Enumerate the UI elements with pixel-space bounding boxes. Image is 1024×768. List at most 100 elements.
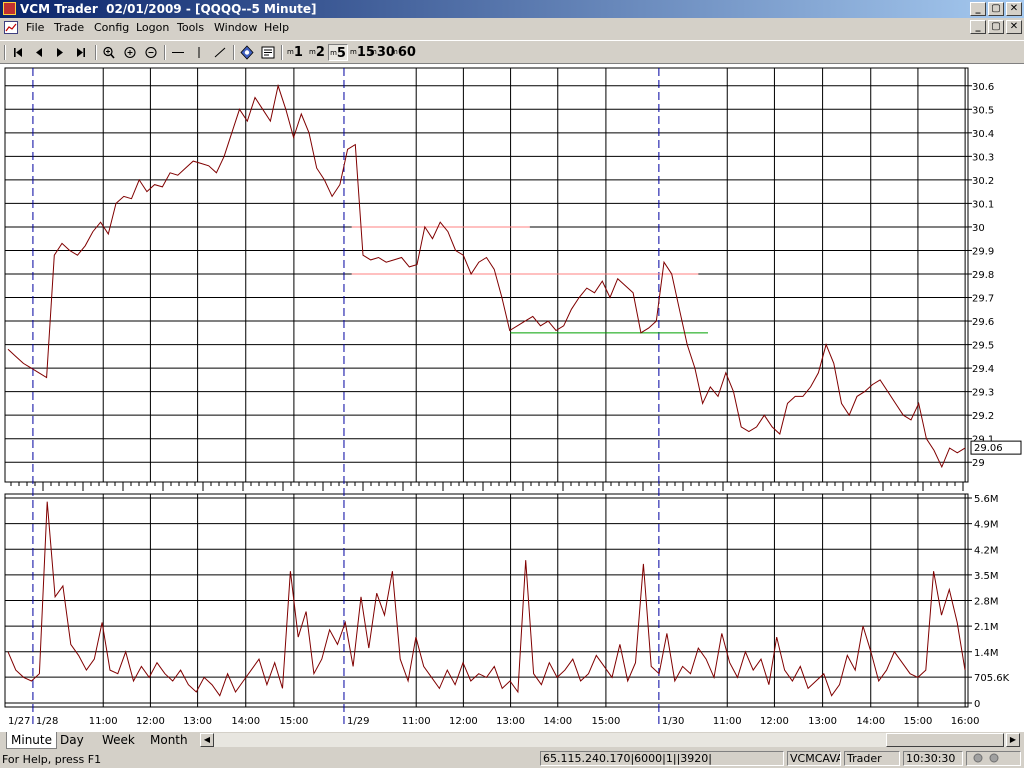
menu-tools[interactable]: Tools: [177, 21, 204, 34]
zoom-in-icon[interactable]: [100, 44, 118, 61]
menu-help[interactable]: Help: [264, 21, 289, 34]
chart-doc-icon: [4, 21, 18, 34]
price-tick-label: 29.4: [972, 364, 994, 375]
price-tick-label: 29.7: [972, 294, 994, 305]
volume-tick-label: 4.2M: [974, 545, 999, 556]
time-label: 13:00: [808, 716, 837, 727]
status-connection: 65.115.240.170|6000|1||3920|: [540, 751, 784, 766]
time-label: 13:00: [496, 716, 525, 727]
interval-2m-button[interactable]: m2: [309, 44, 325, 61]
title-bar[interactable]: VCM Trader 02/01/2009 - [QQQQ--5 Minute]…: [0, 0, 1024, 18]
volume-tick-label: 5.6M: [974, 494, 999, 505]
time-label: 12:00: [760, 716, 789, 727]
time-label: 11:00: [89, 716, 118, 727]
close-button[interactable]: ✕: [1006, 2, 1022, 16]
menu-bar: File Trade Config Logon Tools Window Hel…: [0, 18, 1024, 38]
status-role: Trader: [844, 751, 900, 766]
volume-tick-label: 3.5M: [974, 571, 999, 582]
time-label: 14:00: [543, 716, 572, 727]
horizontal-line-icon[interactable]: [169, 44, 187, 61]
prev-icon[interactable]: [30, 44, 48, 61]
chart-area[interactable]: 30.6 30.5 30.4 30.3 30.2 30.1 30 29.9 29.8 29.7 29…: [0, 64, 1024, 732]
current-price-label: 29.06: [974, 443, 1003, 454]
horizontal-scrollbar[interactable]: ◀ ▶: [200, 733, 1020, 747]
price-tick-label: 30.3: [972, 152, 994, 163]
tab-minute[interactable]: Minute: [6, 732, 57, 749]
menu-file[interactable]: File: [26, 21, 44, 34]
time-label: 13:00: [183, 716, 212, 727]
chart-settings-icon[interactable]: [238, 44, 256, 61]
zoom-minus-icon[interactable]: [142, 44, 160, 61]
interval-5m-button[interactable]: m5: [328, 44, 348, 61]
app-icon: [3, 2, 16, 15]
price-tick-label: 30.4: [972, 129, 994, 140]
time-label: 15:00: [591, 716, 620, 727]
price-tick-label: 30.2: [972, 176, 994, 187]
menu-trade[interactable]: Trade: [54, 21, 84, 34]
minimize-button[interactable]: _: [970, 2, 986, 16]
time-label: 16:00: [951, 716, 980, 727]
price-tick-label: 30.1: [972, 199, 994, 210]
time-label: 14:00: [856, 716, 885, 727]
doc-restore-button[interactable]: ▢: [988, 20, 1004, 34]
window-title: VCM Trader 02/01/2009 - [QQQQ--5 Minute]: [20, 2, 317, 16]
volume-tick-label: 2.1M: [974, 622, 999, 633]
status-help: For Help, press F1: [2, 753, 102, 766]
tab-month[interactable]: Month: [146, 732, 192, 748]
time-label: 14:00: [231, 716, 260, 727]
scroll-left-icon[interactable]: ◀: [200, 733, 214, 747]
scroll-right-icon[interactable]: ▶: [1006, 733, 1020, 747]
price-tick-label: 29.9: [972, 246, 994, 257]
volume-tick-label: 0: [974, 699, 980, 710]
volume-tick-label: 705.6K: [974, 673, 1010, 684]
first-icon[interactable]: [9, 44, 27, 61]
time-label: 12:00: [136, 716, 165, 727]
price-tick-label: 30: [972, 223, 985, 234]
date-label: 1/28: [36, 716, 58, 727]
volume-tick-label: 1.4M: [974, 648, 999, 659]
window-controls: _ ▢ ✕: [970, 2, 1022, 16]
time-label: 11:00: [713, 716, 742, 727]
menu-config[interactable]: Config: [94, 21, 129, 34]
status-bar: For Help, press F1 65.115.240.170|6000|1…: [0, 750, 1024, 768]
interval-1m-button[interactable]: m1: [287, 44, 303, 61]
price-tick-label: 30.5: [972, 105, 994, 116]
zoom-plus-icon[interactable]: [121, 44, 139, 61]
time-label: 15:00: [904, 716, 933, 727]
date-label: 1/27: [8, 716, 30, 727]
date-label: 1/30: [662, 716, 684, 727]
menu-logon[interactable]: Logon: [136, 21, 169, 34]
tab-week[interactable]: Week: [98, 732, 139, 748]
price-volume-chart[interactable]: 30.6 30.5 30.4 30.3 30.2 30.1 30 29.9 29.8 29.7 29…: [0, 64, 1024, 732]
price-tick-label: 29.2: [972, 411, 994, 422]
status-time: 10:30:30: [903, 751, 963, 766]
trend-line-icon[interactable]: [211, 44, 229, 61]
interval-tabs: Minute Day Week Month ◀ ▶: [0, 732, 1024, 750]
maximize-button[interactable]: ▢: [988, 2, 1004, 16]
price-tick-label: 29: [972, 458, 985, 469]
properties-icon[interactable]: [259, 44, 277, 61]
date-label: 1/29: [347, 716, 369, 727]
status-account: VCMCAVAL: [787, 751, 841, 766]
time-label: 12:00: [449, 716, 478, 727]
status-indicators: [966, 751, 1021, 766]
scroll-thumb[interactable]: [886, 733, 1004, 747]
toolbar: m1 m2 m5 m15 m30 m60: [0, 40, 1024, 64]
menu-window[interactable]: Window: [214, 21, 257, 34]
doc-minimize-button[interactable]: _: [970, 20, 986, 34]
price-tick-label: 29.8: [972, 270, 994, 281]
next-icon[interactable]: [51, 44, 69, 61]
doc-close-button[interactable]: ✕: [1006, 20, 1022, 34]
volume-tick-label: 2.8M: [974, 597, 999, 608]
price-tick-label: 29.6: [972, 317, 994, 328]
tab-day[interactable]: Day: [56, 732, 88, 748]
price-tick-label: 29.5: [972, 341, 994, 352]
price-tick-label: 29.3: [972, 388, 994, 399]
last-icon[interactable]: [72, 44, 90, 61]
interval-60m-button[interactable]: m60: [391, 44, 416, 61]
document-controls: _ ▢ ✕: [970, 20, 1022, 34]
price-tick-label: 30.6: [972, 82, 994, 93]
vertical-line-icon[interactable]: [190, 44, 208, 61]
time-label: 15:00: [279, 716, 308, 727]
volume-tick-label: 4.9M: [974, 520, 999, 531]
